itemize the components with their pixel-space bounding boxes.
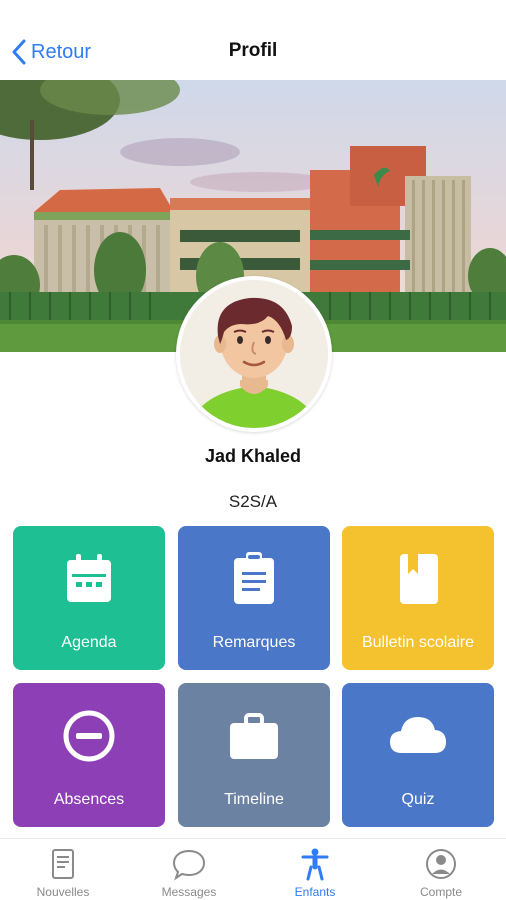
tab-enfants[interactable]: Enfants (252, 845, 378, 900)
absences-tile[interactable]: Absences (13, 683, 165, 827)
bottom-tab-bar: Nouvelles Messages Enfants Compte (0, 838, 506, 900)
nav-header: Retour Profil (0, 0, 506, 80)
boy-avatar-icon (180, 280, 328, 428)
cloud-icon (390, 717, 446, 753)
timeline-tile[interactable]: Timeline (178, 683, 330, 827)
quiz-tile[interactable]: Quiz (342, 683, 494, 827)
bulletin-scolaire-tile[interactable]: Bulletin scolaire (342, 526, 494, 670)
book-icon (400, 554, 438, 604)
agenda-label: Agenda (61, 634, 117, 651)
agenda-tile[interactable]: Agenda (13, 526, 165, 670)
tab-enfants-label: Enfants (294, 885, 336, 899)
student-name: Jad Khaled (204, 446, 302, 466)
avatar[interactable] (176, 276, 332, 432)
remarques-label: Remarques (212, 634, 296, 651)
calendar-icon (67, 554, 111, 602)
chat-bubble-icon (172, 849, 206, 881)
tab-messages[interactable]: Messages (126, 845, 252, 900)
briefcase-icon (230, 713, 278, 759)
page-title: Profil (228, 40, 278, 61)
document-icon (52, 849, 74, 879)
remarques-tile[interactable]: Remarques (178, 526, 330, 670)
clipboard-icon (234, 552, 274, 604)
tab-compte[interactable]: Compte (378, 845, 504, 900)
bulletin-scolaire-label: Bulletin scolaire (361, 634, 475, 651)
tab-nouvelles[interactable]: Nouvelles (0, 845, 126, 900)
student-class: S2S/A (228, 492, 278, 511)
tab-messages-label: Messages (161, 885, 217, 899)
quiz-label: Quiz (401, 791, 435, 808)
account-icon (426, 849, 456, 879)
timeline-label: Timeline (224, 791, 284, 808)
tab-nouvelles-label: Nouvelles (36, 885, 90, 899)
absences-label: Absences (53, 791, 125, 808)
minus-circle-icon (63, 710, 115, 762)
child-icon (301, 848, 329, 881)
tab-compte-label: Compte (419, 885, 463, 899)
